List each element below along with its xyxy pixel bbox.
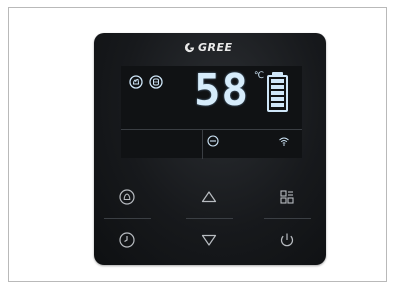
thermostat-panel: GREE 58 ℃: [94, 33, 326, 265]
triangle-down-icon: [201, 234, 217, 246]
key-divider: [264, 218, 311, 219]
power-button[interactable]: [278, 231, 296, 249]
lcd-divider: [121, 129, 302, 130]
water-tank-mode-icon: [149, 75, 163, 89]
down-button[interactable]: [200, 231, 218, 249]
clock-icon: [119, 232, 135, 248]
wifi-icon: [279, 137, 289, 146]
battery-bar: [271, 91, 284, 95]
lcd-screen: 58 ℃: [121, 65, 302, 159]
up-button[interactable]: [200, 188, 218, 206]
timer-button[interactable]: [118, 231, 136, 249]
grid-menu-icon: [280, 190, 294, 204]
power-icon: [280, 233, 294, 247]
battery-bar: [271, 103, 284, 107]
brand-logo: GREE: [184, 40, 233, 54]
temperature-readout: 58: [194, 65, 249, 116]
heating-mode-icon: [129, 75, 143, 89]
battery-bar: [271, 79, 284, 83]
mode-button[interactable]: [118, 188, 136, 206]
battery-bar: [271, 85, 284, 89]
triangle-up-icon: [201, 191, 217, 203]
brand-name: GREE: [198, 40, 233, 54]
menu-button[interactable]: [278, 188, 296, 206]
mode-icon: [119, 189, 135, 205]
temperature-unit: ℃: [254, 71, 265, 81]
silent-mode-icon: [207, 135, 219, 147]
lcd-divider: [202, 129, 203, 159]
key-divider: [104, 218, 151, 219]
key-divider: [186, 218, 233, 219]
battery-bar: [271, 97, 284, 101]
battery-level-icon: [267, 75, 288, 112]
gree-swirl-icon: [184, 42, 195, 52]
